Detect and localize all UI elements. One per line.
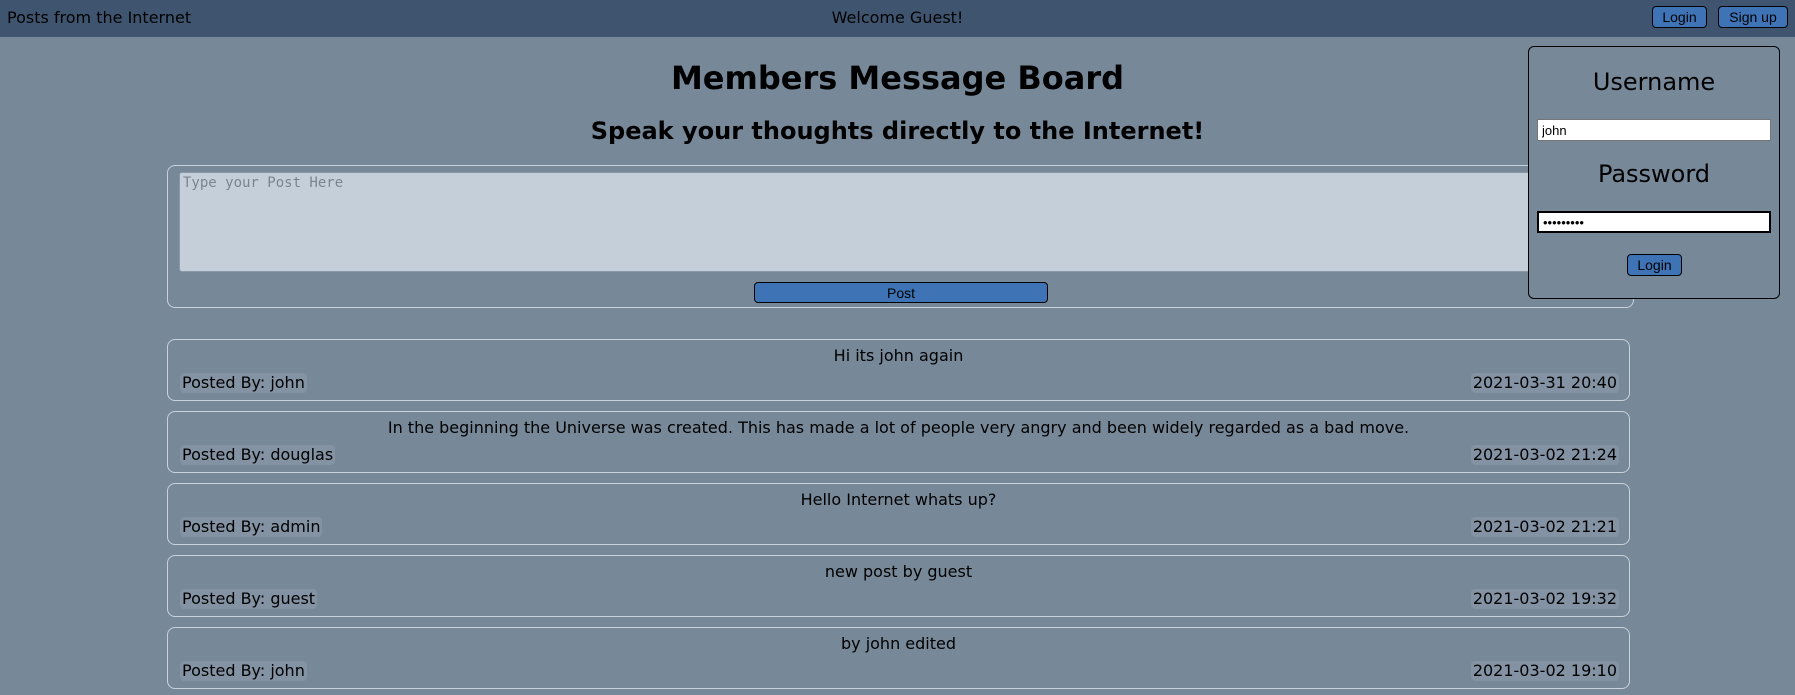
post-text: new post by guest [824, 562, 973, 581]
post-card: by john edited Posted By: john 2021-03-0… [167, 627, 1630, 689]
nav-login-button[interactable]: Login [1652, 6, 1707, 28]
username-label: Username [1592, 68, 1716, 96]
post-submit-button[interactable]: Post [754, 282, 1048, 303]
post-date: 2021-03-31 20:40 [1470, 373, 1619, 393]
username-input[interactable] [1537, 119, 1771, 141]
page-subtitle: Speak your thoughts directly to the Inte… [590, 117, 1205, 145]
page-title: Members Message Board [670, 59, 1125, 97]
password-input[interactable] [1537, 211, 1771, 233]
post-card: In the beginning the Universe was create… [167, 411, 1630, 473]
login-panel: Username Password Login [1528, 46, 1780, 299]
post-card: new post by guest Posted By: guest 2021-… [167, 555, 1630, 617]
post-author: Posted By: john [180, 373, 307, 393]
post-author: Posted By: admin [180, 517, 323, 537]
post-date: 2021-03-02 21:21 [1470, 517, 1619, 537]
post-author: Posted By: john [180, 661, 307, 681]
post-text: In the beginning the Universe was create… [387, 418, 1410, 437]
post-date: 2021-03-02 19:32 [1470, 589, 1619, 609]
post-card: Hello Internet whats up? Posted By: admi… [167, 483, 1630, 545]
panel-login-button[interactable]: Login [1627, 254, 1682, 276]
new-post-form: Post [167, 165, 1634, 308]
nav-signup-button[interactable]: Sign up [1718, 6, 1788, 28]
post-text: Hello Internet whats up? [800, 490, 997, 509]
password-label: Password [1597, 160, 1711, 188]
welcome-message: Welcome Guest! [831, 8, 964, 27]
post-text: by john edited [840, 634, 957, 653]
post-author: Posted By: douglas [180, 445, 336, 465]
post-date: 2021-03-02 21:24 [1470, 445, 1619, 465]
post-text: Hi its john again [833, 346, 964, 365]
post-author: Posted By: guest [180, 589, 318, 609]
top-navbar: Posts from the Internet Welcome Guest! L… [0, 0, 1795, 37]
post-textarea[interactable] [179, 172, 1621, 272]
post-card: Hi its john again Posted By: john 2021-0… [167, 339, 1630, 401]
post-date: 2021-03-02 19:10 [1470, 661, 1619, 681]
